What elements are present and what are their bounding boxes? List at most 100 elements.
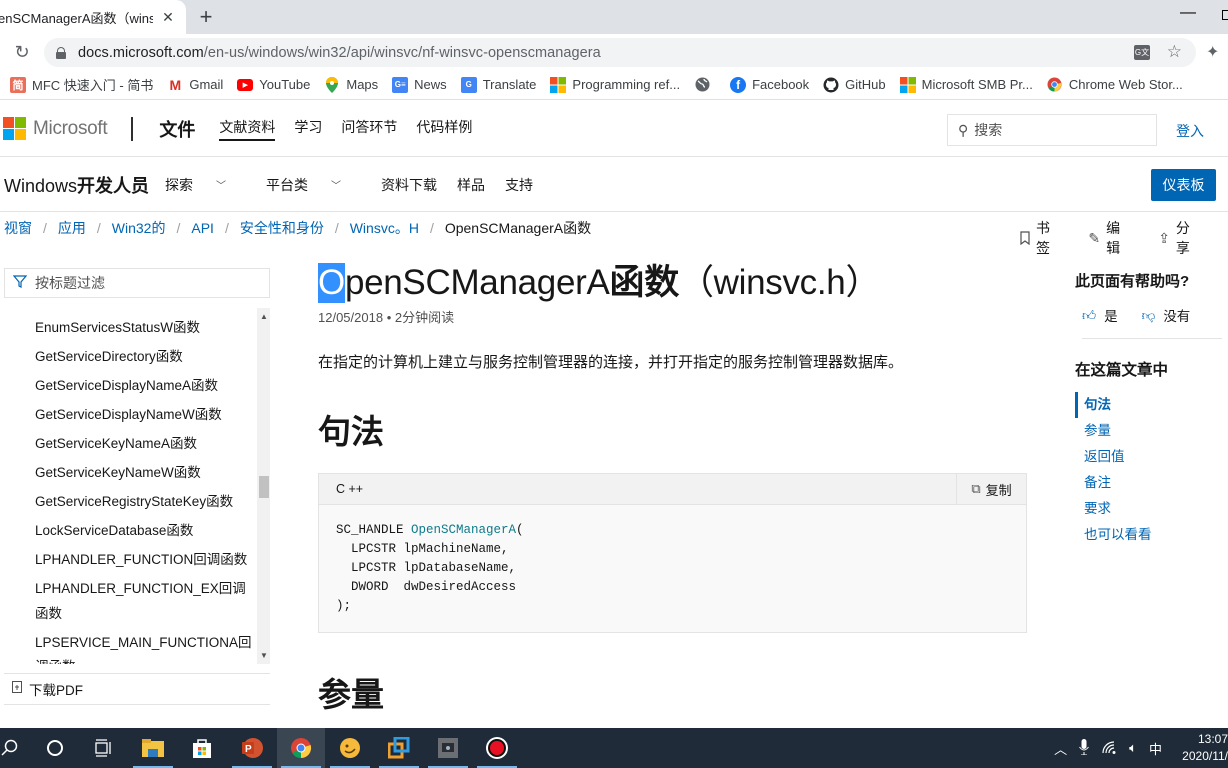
product-nav-support[interactable]: 支持	[505, 175, 533, 195]
gmail-icon: M	[169, 76, 182, 93]
breadcrumb-item[interactable]: 安全性和身份	[240, 218, 324, 238]
nav-learn[interactable]: 学习	[294, 117, 322, 141]
bookmark-news[interactable]: G≡ News	[392, 76, 447, 93]
bookmark-maps[interactable]: Maps	[324, 76, 378, 93]
bookmark-star-icon[interactable]: ☆	[1167, 42, 1182, 62]
bookmark-jianshu[interactable]: 简 MFC 快速入门 - 简书	[10, 75, 153, 94]
product-title[interactable]: Windows开发人员	[4, 172, 149, 198]
taskbar-search-icon[interactable]	[0, 728, 34, 768]
app-icon[interactable]	[326, 728, 374, 768]
scroll-up-arrow-icon[interactable]: ▲	[260, 312, 268, 321]
task-view-icon[interactable]	[79, 728, 127, 768]
file-explorer-icon[interactable]	[129, 728, 177, 768]
toc-item[interactable]: GetServiceDirectory函数	[35, 345, 255, 370]
rail-link-see-also[interactable]: 也可以看看	[1075, 522, 1215, 548]
volume-icon[interactable]: 🔈︎	[1129, 740, 1137, 756]
rail-link-remarks[interactable]: 备注	[1075, 470, 1215, 496]
bookmark-button[interactable]: 书签	[1020, 218, 1070, 258]
breadcrumb-item[interactable]: Winsvc。H	[350, 218, 419, 238]
toc-scrollbar[interactable]: ▲ ▼	[257, 308, 270, 664]
browser-tab-active[interactable]: enSCManagerA函数（winsv ✕	[0, 0, 186, 34]
bookmark-gmail[interactable]: M Gmail	[167, 77, 223, 93]
syntax-heading: 句法	[318, 413, 384, 450]
nav-documentation[interactable]: 文献资料	[219, 117, 276, 141]
dashboard-button[interactable]: 仪表板	[1151, 169, 1216, 201]
toc-item[interactable]: GetServiceKeyNameW函数	[35, 461, 255, 486]
extensions-puzzle-icon[interactable]: ✦	[1206, 42, 1219, 62]
microphone-icon[interactable]	[1079, 738, 1090, 758]
copy-button[interactable]: ⧉ 复制	[956, 474, 1026, 504]
article: OpenSCManagerA函数（winsvc.h） 12/05/2018 • …	[318, 255, 1028, 746]
rail-link-parameters[interactable]: 参量	[1075, 418, 1215, 444]
bookmark-github[interactable]: GitHub	[823, 77, 886, 93]
cortana-icon[interactable]	[31, 728, 79, 768]
bookmark-translate[interactable]: G Translate	[460, 76, 536, 93]
app-icon[interactable]	[375, 728, 423, 768]
toc-item[interactable]: EnumServicesStatusW函数	[35, 316, 255, 341]
toc-item[interactable]: GetServiceRegistryStateKey函数	[35, 490, 255, 515]
toc-item[interactable]: LockServiceDatabase函数	[35, 519, 255, 544]
news-icon: G≡	[392, 76, 409, 93]
bookmark-programming-ref[interactable]: Programming ref...	[550, 76, 680, 93]
title-latin: penSCManagerA	[344, 263, 610, 302]
store-icon[interactable]	[178, 728, 226, 768]
toc-item[interactable]: LPSERVICE_MAIN_FUNCTIONA回调函数	[35, 631, 255, 665]
ime-indicator[interactable]: 中	[1149, 739, 1162, 758]
record-icon[interactable]	[473, 728, 521, 768]
scroll-down-arrow-icon[interactable]: ▼	[260, 651, 268, 660]
breadcrumb-item[interactable]: 应用	[58, 218, 86, 238]
window-minimize-button[interactable]: —	[1180, 4, 1196, 22]
toc-item[interactable]: LPHANDLER_FUNCTION_EX回调函数	[35, 577, 255, 626]
new-tab-button[interactable]: +	[196, 4, 216, 30]
product-nav-platforms[interactable]: 平台类 ﹀	[266, 175, 361, 195]
product-nav-samples[interactable]: 样品	[457, 175, 485, 195]
system-tray: ︿ 🔈︎ 中 13:07 2020/11/	[1054, 728, 1228, 768]
lock-icon[interactable]	[56, 46, 66, 59]
breadcrumb-item[interactable]: API	[191, 220, 214, 236]
nav-qa[interactable]: 问答环节	[341, 117, 397, 141]
share-button[interactable]: ⇪ 分享	[1158, 218, 1210, 258]
edit-button[interactable]: ✎ 编辑	[1088, 218, 1140, 258]
microsoft-logo[interactable]: Microsoft	[3, 117, 108, 140]
reload-icon[interactable]: ↻	[12, 42, 32, 62]
url-text[interactable]: docs.microsoft.com/en-us/windows/win32/a…	[78, 45, 601, 61]
app-icon[interactable]	[424, 728, 472, 768]
window-maximize-button[interactable]	[1222, 10, 1228, 20]
bookmark-youtube[interactable]: ▶ YouTube	[237, 77, 310, 92]
download-pdf-link[interactable]: 下载PDF	[4, 673, 270, 705]
filter-icon	[12, 274, 28, 292]
breadcrumb-item[interactable]: 视窗	[4, 218, 32, 238]
powerpoint-icon[interactable]: P	[228, 728, 276, 768]
scrollbar-thumb[interactable]	[259, 476, 269, 498]
show-hidden-icons-chevron-icon[interactable]: ︿	[1054, 739, 1067, 758]
translate-icon[interactable]: G文	[1134, 45, 1150, 60]
bookmark-globe[interactable]	[694, 77, 716, 93]
toc-item[interactable]: GetServiceDisplayNameW函数	[35, 403, 255, 428]
toc-item[interactable]: LPHANDLER_FUNCTION回调函数	[35, 548, 255, 573]
search-input[interactable]: ⚲ 搜索	[947, 114, 1157, 146]
product-title-latin: Windows	[4, 175, 78, 196]
feedback-no-button[interactable]: 👎︎ 没有	[1142, 305, 1203, 325]
chrome-icon[interactable]	[277, 728, 325, 768]
bookmark-facebook[interactable]: f Facebook	[730, 76, 809, 93]
rail-link-requirements[interactable]: 要求	[1075, 496, 1215, 522]
network-wifi-icon[interactable]	[1101, 740, 1117, 757]
rail-link-syntax[interactable]: 句法	[1075, 392, 1215, 418]
sign-in-link[interactable]: 登入	[1176, 121, 1204, 141]
docs-brand-link[interactable]: 文件	[159, 116, 195, 142]
toc-item[interactable]: GetServiceDisplayNameA函数	[35, 374, 255, 399]
toc-filter-input[interactable]: 按标题过滤	[4, 268, 270, 298]
bookmark-chrome-web-store[interactable]: Chrome Web Stor...	[1047, 77, 1183, 93]
product-nav-downloads[interactable]: 资料下载	[381, 175, 437, 195]
bookmark-microsoft-smb[interactable]: Microsoft SMB Pr...	[899, 76, 1033, 93]
tab-close-icon[interactable]: ✕	[160, 9, 176, 26]
clock[interactable]: 13:07 2020/11/	[1174, 731, 1228, 765]
toc-item[interactable]: GetServiceKeyNameA函数	[35, 432, 255, 457]
product-nav-explore[interactable]: 探索 ﹀	[165, 175, 246, 195]
nav-code-samples[interactable]: 代码样例	[416, 117, 472, 141]
address-bar[interactable]: docs.microsoft.com/en-us/windows/win32/a…	[44, 38, 1196, 67]
feedback-yes-button[interactable]: 👍︎ 是	[1082, 305, 1130, 325]
code-header: C ++ ⧉ 复制	[319, 474, 1026, 505]
breadcrumb-item[interactable]: Win32的	[112, 218, 166, 238]
rail-link-return-value[interactable]: 返回值	[1075, 444, 1215, 470]
